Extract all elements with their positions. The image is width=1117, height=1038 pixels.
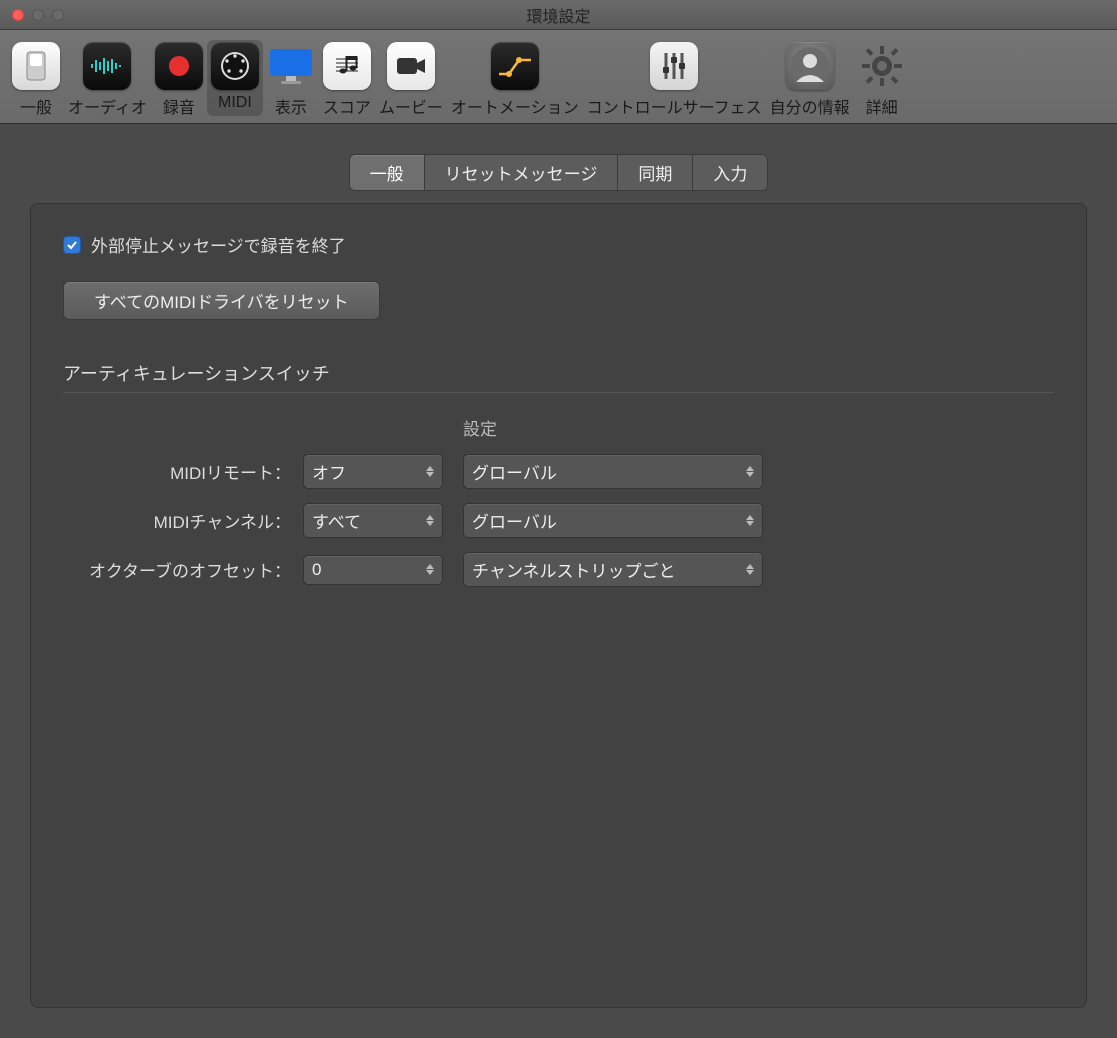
- waveform-icon: [83, 42, 131, 90]
- midi-icon: [211, 42, 259, 90]
- section-title-articulation: アーティキュレーションスイッチ: [63, 360, 1054, 393]
- select-midi-channel-value[interactable]: すべて: [303, 503, 443, 538]
- label-midi-channel: MIDIチャンネル：: [63, 508, 303, 533]
- automation-icon: [491, 42, 539, 90]
- toolbar-label: 録音: [163, 94, 195, 118]
- music-note-icon: [323, 42, 371, 90]
- toolbar-item-movie[interactable]: ムービー: [375, 40, 447, 122]
- person-icon: [786, 42, 834, 90]
- toolbar-label: コントロールサーフェス: [587, 94, 762, 118]
- tab-bar: 一般 リセットメッセージ 同期 入力: [30, 154, 1087, 191]
- stepper-icon: [426, 466, 434, 477]
- toolbar-item-midi[interactable]: MIDI: [207, 40, 263, 116]
- checkbox-row-stop-recording[interactable]: 外部停止メッセージで録音を終了: [63, 232, 1054, 257]
- titlebar: 環境設定: [0, 0, 1117, 30]
- tab-general[interactable]: 一般: [349, 154, 425, 191]
- toolbar-label: 一般: [20, 94, 52, 118]
- toolbar-item-advanced[interactable]: 詳細: [854, 40, 910, 122]
- column-headers: 設定: [63, 415, 1054, 440]
- close-button[interactable]: [12, 9, 24, 21]
- zoom-button[interactable]: [52, 9, 64, 21]
- select-octave-offset-scope[interactable]: チャンネルストリップごと: [463, 552, 763, 587]
- main-content: 一般 リセットメッセージ 同期 入力 外部停止メッセージで録音を終了 すべてのM…: [0, 124, 1117, 1038]
- record-icon: [155, 42, 203, 90]
- toolbar-item-my-info[interactable]: 自分の情報: [766, 40, 854, 122]
- window-title: 環境設定: [0, 3, 1117, 27]
- checkbox-checked-icon[interactable]: [63, 236, 81, 254]
- toolbar-item-automation[interactable]: オートメーション: [447, 40, 583, 122]
- toolbar-item-record[interactable]: 録音: [151, 40, 207, 122]
- monitor-icon: [267, 42, 315, 90]
- minimize-button[interactable]: [32, 9, 44, 21]
- toolbar-label: ムービー: [379, 94, 443, 118]
- switch-icon: [12, 42, 60, 90]
- tab-input[interactable]: 入力: [692, 154, 768, 191]
- stepper-icon: [426, 564, 434, 575]
- tab-reset-messages[interactable]: リセットメッセージ: [424, 154, 619, 191]
- toolbar-item-display[interactable]: 表示: [263, 40, 319, 122]
- toolbar-label: 自分の情報: [770, 94, 850, 118]
- toolbar-label: MIDI: [218, 94, 252, 112]
- stepper-icon: [746, 564, 754, 575]
- toolbar-label: スコア: [323, 94, 371, 118]
- toolbar-label: 詳細: [866, 94, 898, 118]
- select-octave-offset-value[interactable]: 0: [303, 555, 443, 585]
- stepper-icon: [746, 466, 754, 477]
- gear-icon: [858, 42, 906, 90]
- toolbar: 一般 オーディオ 録音 MIDI 表示 スコア ムービー: [0, 30, 1117, 124]
- select-midi-channel-scope[interactable]: グローバル: [463, 503, 763, 538]
- stepper-icon: [746, 515, 754, 526]
- row-midi-channel: MIDIチャンネル： すべて グローバル: [63, 503, 1054, 538]
- select-midi-remote-scope[interactable]: グローバル: [463, 454, 763, 489]
- label-octave-offset: オクターブのオフセット：: [63, 557, 303, 582]
- toolbar-item-audio[interactable]: オーディオ: [64, 40, 151, 122]
- tab-sync[interactable]: 同期: [617, 154, 693, 191]
- toolbar-label: 表示: [275, 94, 307, 118]
- toolbar-label: オートメーション: [451, 94, 579, 118]
- traffic-lights: [0, 9, 64, 21]
- toolbar-item-general[interactable]: 一般: [8, 40, 64, 122]
- row-octave-offset: オクターブのオフセット： 0 チャンネルストリップごと: [63, 552, 1054, 587]
- select-midi-remote-value[interactable]: オフ: [303, 454, 443, 489]
- row-midi-remote: MIDIリモート： オフ グローバル: [63, 454, 1054, 489]
- reset-midi-drivers-button[interactable]: すべてのMIDIドライバをリセット: [63, 281, 380, 320]
- faders-icon: [650, 42, 698, 90]
- checkbox-label: 外部停止メッセージで録音を終了: [91, 232, 346, 257]
- column-header-settings: 設定: [463, 415, 763, 440]
- settings-panel: 外部停止メッセージで録音を終了 すべてのMIDIドライバをリセット アーティキュ…: [30, 203, 1087, 1008]
- toolbar-item-control-surfaces[interactable]: コントロールサーフェス: [583, 40, 766, 122]
- toolbar-label: オーディオ: [68, 94, 147, 118]
- camera-icon: [387, 42, 435, 90]
- stepper-icon: [426, 515, 434, 526]
- toolbar-item-score[interactable]: スコア: [319, 40, 375, 122]
- label-midi-remote: MIDIリモート：: [63, 459, 303, 484]
